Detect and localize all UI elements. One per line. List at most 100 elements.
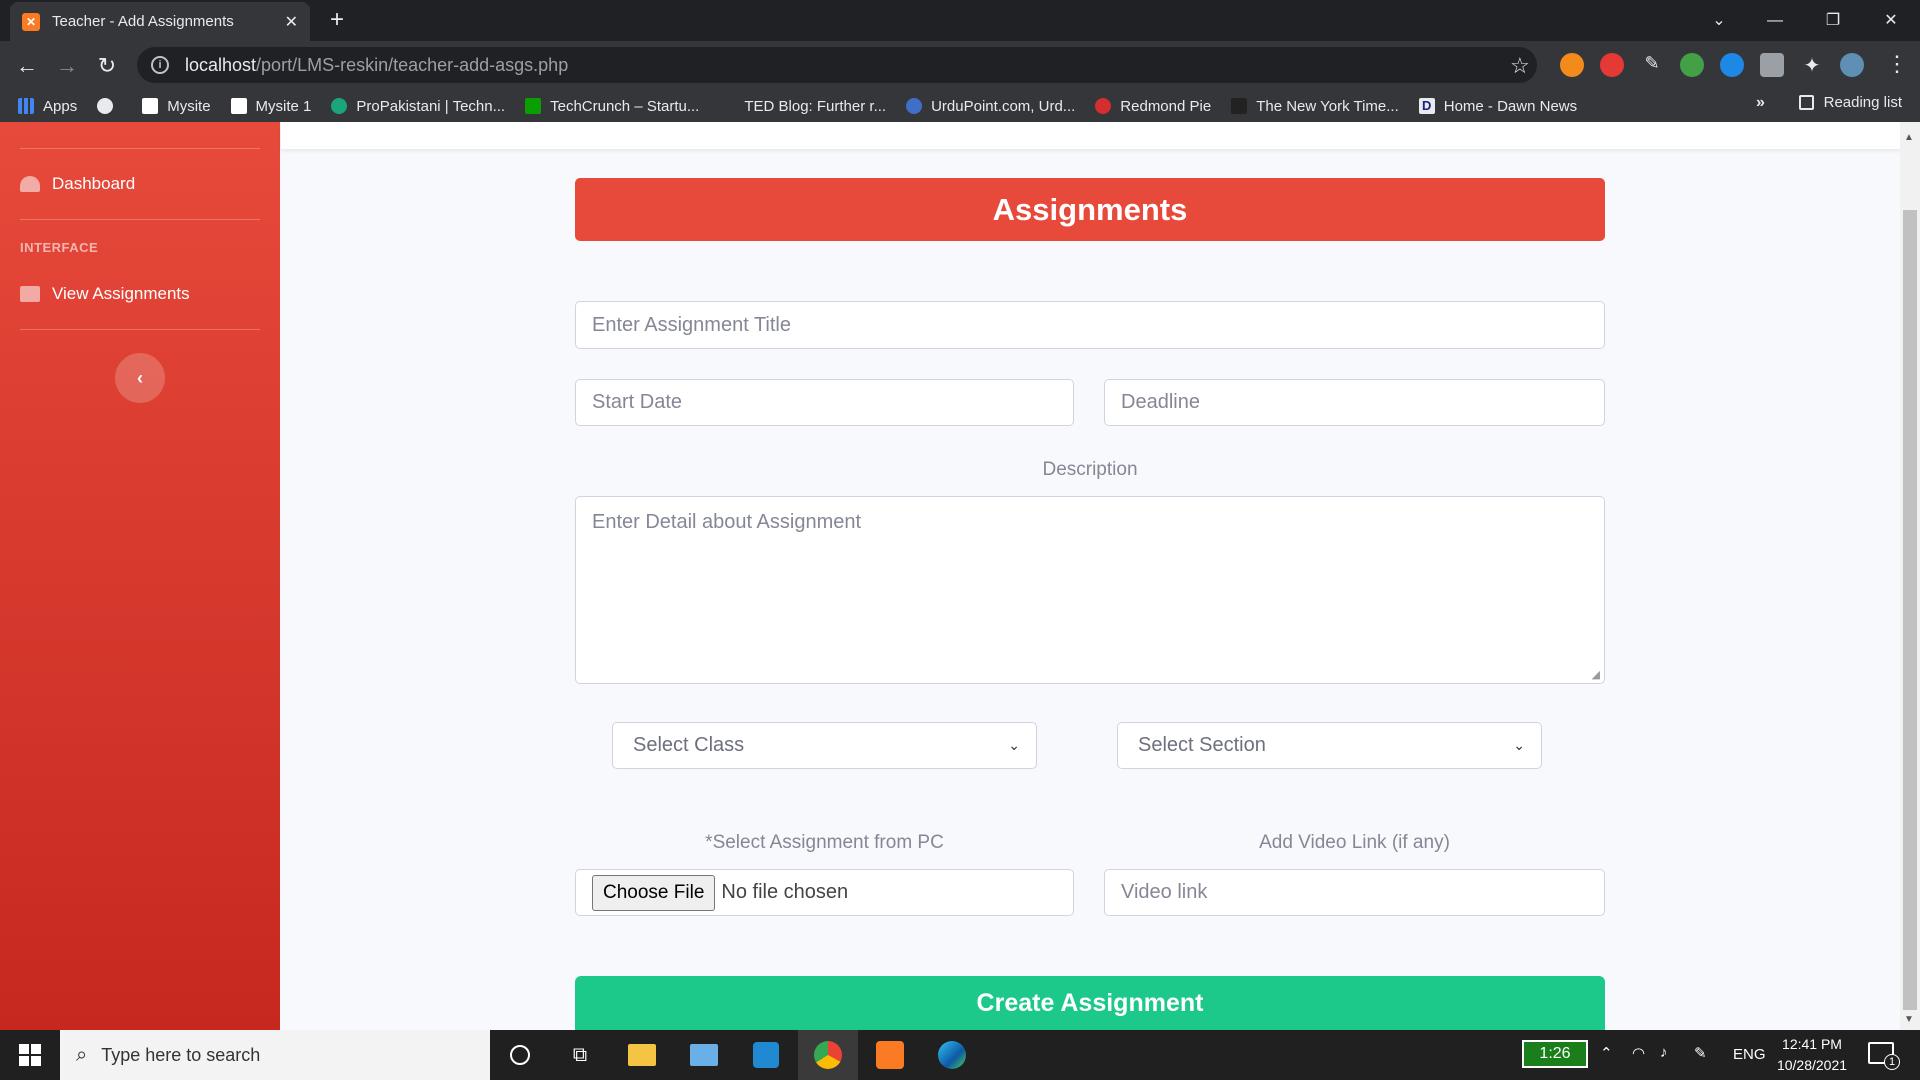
url-host: localhost xyxy=(185,54,257,75)
sidebar-divider xyxy=(20,329,260,330)
notification-center-icon[interactable]: 1 xyxy=(1868,1042,1900,1070)
propakistani-icon xyxy=(331,98,348,114)
tab-search-chevron-icon[interactable]: ⌄ xyxy=(1696,6,1742,36)
start-date-input[interactable]: Start Date xyxy=(575,379,1074,426)
new-tab-button[interactable]: + xyxy=(324,8,350,34)
bookmark-nyt[interactable]: The New York Time... xyxy=(1231,98,1399,115)
language-indicator[interactable]: ENG xyxy=(1733,1046,1766,1063)
urdupoint-icon xyxy=(906,98,923,114)
choose-file-button[interactable]: Choose File xyxy=(592,874,716,911)
topbar xyxy=(281,122,1900,149)
wifi-icon[interactable]: ◠ xyxy=(1632,1044,1645,1062)
bookmark-mysite-1[interactable]: Mysite 1 xyxy=(230,98,311,115)
control-panel-icon[interactable] xyxy=(674,1030,734,1080)
extension-rss-icon[interactable] xyxy=(1560,53,1584,77)
bookmarks-bar: Apps Mysite Mysite 1 ProPakistani | Tech… xyxy=(0,90,1920,122)
extension-camera-icon[interactable] xyxy=(1760,53,1784,77)
chrome-icon[interactable] xyxy=(798,1030,858,1080)
globe-icon xyxy=(97,98,114,114)
file-upload-field: Choose File No file chosen xyxy=(575,869,1074,916)
create-assignment-button[interactable]: Create Assignment xyxy=(575,976,1605,1030)
bookmark-globe[interactable] xyxy=(97,98,122,114)
edge-icon[interactable] xyxy=(922,1030,982,1080)
clock-time: 12:41 PM xyxy=(1782,1036,1842,1052)
reading-list-icon xyxy=(1798,95,1814,110)
show-hidden-icons-icon[interactable]: ⌃ xyxy=(1600,1044,1613,1062)
class-select[interactable]: Select Class ⌄ xyxy=(612,722,1037,769)
sidebar-item-dashboard[interactable]: Dashboard xyxy=(20,174,135,194)
extension-drive-icon[interactable] xyxy=(1680,53,1704,77)
chevron-down-icon: ⌄ xyxy=(1008,737,1020,753)
resize-handle-icon[interactable]: ◢ xyxy=(1592,668,1600,681)
bookmark-propakistani[interactable]: ProPakistani | Techn... xyxy=(331,98,505,115)
book-open-icon xyxy=(20,286,40,302)
reload-button[interactable]: ↻ xyxy=(92,51,122,81)
extension-pen-icon[interactable]: ✎ xyxy=(1640,53,1664,77)
close-window-button[interactable]: ✕ xyxy=(1868,6,1914,36)
scroll-up-icon[interactable]: ▲ xyxy=(1904,132,1914,143)
video-link-input[interactable]: Video link xyxy=(1104,869,1605,916)
browser-menu-icon[interactable]: ⋮ xyxy=(1886,51,1908,77)
profile-avatar[interactable] xyxy=(1840,53,1864,77)
file-explorer-icon[interactable] xyxy=(612,1030,672,1080)
page-title: Assignments xyxy=(575,178,1605,241)
sidebar-item-label: Dashboard xyxy=(52,174,136,193)
clock[interactable]: 12:41 PM 10/28/2021 xyxy=(1774,1034,1850,1076)
ted-icon xyxy=(719,98,735,114)
minimize-button[interactable]: — xyxy=(1752,6,1798,36)
tab-close-icon[interactable]: ✕ xyxy=(285,12,298,32)
bookmark-techcrunch[interactable]: TechCrunch – Startu... xyxy=(525,98,699,115)
deadline-input[interactable]: Deadline xyxy=(1104,379,1605,426)
battery-timer[interactable]: 1:26 xyxy=(1522,1040,1588,1068)
reading-list-button[interactable]: Reading list xyxy=(1798,94,1902,111)
windows-start-button[interactable] xyxy=(0,1030,60,1080)
browser-titlebar: ✕ Teacher - Add Assignments ✕ + ⌄ — ❐ ✕ xyxy=(0,0,1920,41)
scrollbar-thumb[interactable] xyxy=(1903,210,1917,1010)
site-info-icon[interactable]: i xyxy=(151,56,169,74)
description-textarea[interactable]: Enter Detail about Assignment ◢ xyxy=(575,496,1605,684)
bookmark-urdupoint[interactable]: UrduPoint.com, Urd... xyxy=(906,98,1075,115)
taskbar: ⌕ Type here to search ⧉ 1:26 ⌃ ◠ ♪ ✎ ENG… xyxy=(0,1030,1920,1080)
nyt-icon xyxy=(1231,98,1248,114)
bookmark-star-icon[interactable]: ☆ xyxy=(1510,53,1530,79)
section-select[interactable]: Select Section ⌄ xyxy=(1117,722,1542,769)
xampp-icon: ✕ xyxy=(22,12,40,31)
redmondpie-icon xyxy=(1095,98,1112,114)
bookmark-redmondpie[interactable]: Redmond Pie xyxy=(1095,98,1211,115)
browser-toolbar: ← → ↻ i localhost/port/LMS-reskin/teache… xyxy=(0,41,1920,90)
task-view-icon[interactable]: ⧉ xyxy=(550,1030,610,1080)
sidebar-heading: INTERFACE xyxy=(20,240,99,255)
bookmarks-overflow-button[interactable]: » xyxy=(1756,94,1765,112)
extension-adblock-icon[interactable] xyxy=(1600,53,1624,77)
extensions-puzzle-icon[interactable]: ✦ xyxy=(1800,53,1824,77)
bookmark-ted[interactable]: TED Blog: Further r... xyxy=(719,98,886,115)
extension-infinity-icon[interactable] xyxy=(1720,53,1744,77)
techcrunch-icon xyxy=(525,98,542,114)
windows-logo-icon xyxy=(19,1044,41,1066)
description-label: Description xyxy=(1042,459,1138,480)
bookmark-dawn[interactable]: D Home - Dawn News xyxy=(1418,98,1577,115)
clock-date: 10/28/2021 xyxy=(1776,1057,1848,1073)
pen-icon[interactable]: ✎ xyxy=(1694,1044,1707,1062)
scroll-down-icon[interactable]: ▼ xyxy=(1904,1014,1914,1025)
cortana-icon[interactable] xyxy=(490,1030,550,1080)
forward-button[interactable]: → xyxy=(52,51,82,81)
address-bar[interactable]: i localhost/port/LMS-reskin/teacher-add-… xyxy=(137,47,1537,83)
video-link-label: Add Video Link (if any) xyxy=(1259,832,1450,853)
file-status: No file chosen xyxy=(721,881,849,903)
bookmark-mysite[interactable]: Mysite xyxy=(142,98,211,115)
bookmark-apps[interactable]: Apps xyxy=(18,98,77,115)
search-icon: ⌕ xyxy=(76,1043,88,1066)
assignment-title-input[interactable]: Enter Assignment Title xyxy=(575,301,1605,349)
sidebar-toggle-button[interactable]: ‹ xyxy=(115,353,165,403)
volume-icon[interactable]: ♪ xyxy=(1660,1044,1668,1061)
sidebar-item-view-assignments[interactable]: View Assignments xyxy=(20,284,190,304)
browser-tab[interactable]: ✕ Teacher - Add Assignments ✕ xyxy=(10,2,310,41)
restore-button[interactable]: ❐ xyxy=(1810,6,1856,36)
taskbar-search-box[interactable]: ⌕ Type here to search xyxy=(60,1030,490,1080)
xampp-icon[interactable] xyxy=(860,1030,920,1080)
vscode-icon[interactable] xyxy=(736,1030,796,1080)
sidebar-item-label: View Assignments xyxy=(52,284,190,303)
tab-title: Teacher - Add Assignments xyxy=(52,13,234,30)
back-button[interactable]: ← xyxy=(12,51,42,81)
